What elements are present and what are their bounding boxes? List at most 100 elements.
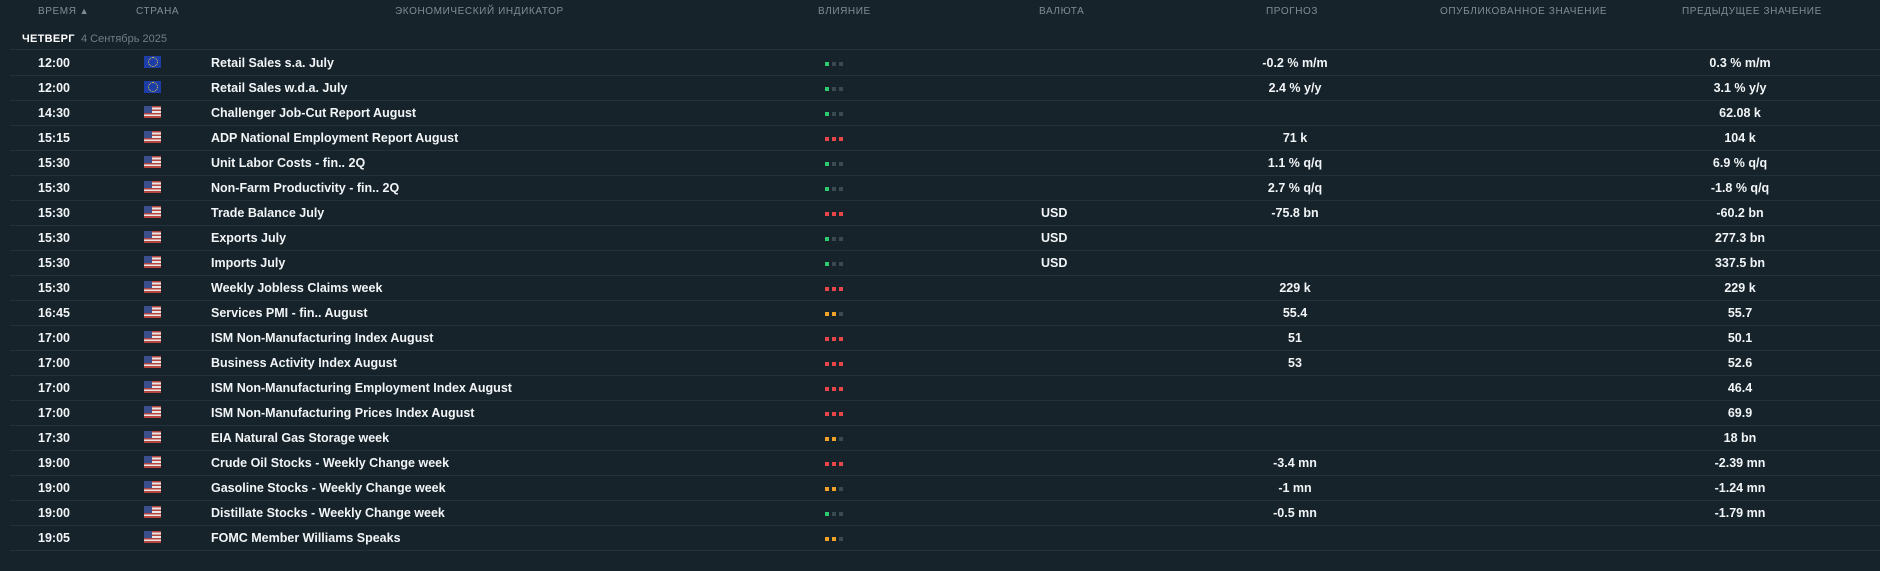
header-country[interactable]: Страна <box>136 6 179 17</box>
impact-indicator <box>825 162 843 166</box>
impact-dot <box>832 162 836 166</box>
table-row[interactable]: 17:00 ISM Non-Manufacturing Index August 5… <box>10 326 1880 351</box>
event-forecast: 2.4 % y/y <box>1268 81 1322 95</box>
us-flag-icon <box>144 406 161 418</box>
event-time: 15:30 <box>38 206 70 220</box>
table-row[interactable]: 17:30 EIA Natural Gas Storage week 18 bn <box>10 426 1880 451</box>
event-previous: -60.2 bn <box>1716 206 1764 220</box>
event-name[interactable]: Retail Sales s.a. July <box>211 56 334 70</box>
event-time: 15:30 <box>38 181 70 195</box>
event-time: 16:45 <box>38 306 70 320</box>
event-previous: 104 k <box>1724 131 1756 145</box>
event-name[interactable]: Imports July <box>211 256 285 270</box>
us-flag-icon <box>144 506 161 518</box>
table-row[interactable]: 15:30 Unit Labor Costs - fin.. 2Q 1.1 % q/… <box>10 151 1880 176</box>
country-flag <box>144 456 161 468</box>
sort-asc-icon[interactable]: ▲ <box>80 6 90 16</box>
event-previous: 337.5 bn <box>1714 256 1766 270</box>
impact-indicator <box>825 362 843 366</box>
header-forecast[interactable]: Прогноз <box>1266 6 1318 17</box>
header-published[interactable]: Опубликованное значение <box>1440 6 1607 17</box>
header-previous[interactable]: Предыдущее значение <box>1682 6 1822 17</box>
event-previous: 3.1 % y/y <box>1713 81 1767 95</box>
impact-dot <box>832 212 836 216</box>
event-time: 19:00 <box>38 456 70 470</box>
event-time: 17:00 <box>38 406 70 420</box>
event-name[interactable]: Services PMI - fin.. August <box>211 306 368 320</box>
event-time: 15:30 <box>38 156 70 170</box>
impact-indicator <box>825 387 843 391</box>
table-row[interactable]: 15:30 Non-Farm Productivity - fin.. 2Q 2.7… <box>10 176 1880 201</box>
impact-dot <box>825 137 829 141</box>
table-row[interactable]: 14:30 Challenger Job-Cut Report August 62.… <box>10 101 1880 126</box>
event-name[interactable]: EIA Natural Gas Storage week <box>211 431 389 445</box>
event-name[interactable]: Business Activity Index August <box>211 356 397 370</box>
table-row[interactable]: 19:00 Gasoline Stocks - Weekly Change wee… <box>10 476 1880 501</box>
event-forecast: 71 k <box>1282 131 1308 145</box>
header-time[interactable]: Время ▲ <box>38 6 89 17</box>
us-flag-icon <box>144 281 161 293</box>
event-name[interactable]: Exports July <box>211 231 286 245</box>
impact-dot <box>825 462 829 466</box>
impact-dot <box>825 287 829 291</box>
impact-dot <box>832 537 836 541</box>
event-name[interactable]: Distillate Stocks - Weekly Change week <box>211 506 445 520</box>
event-time: 17:00 <box>38 356 70 370</box>
impact-dot <box>832 412 836 416</box>
header-currency[interactable]: Валюта <box>1039 6 1084 17</box>
table-row[interactable]: 17:00 ISM Non-Manufacturing Employment In… <box>10 376 1880 401</box>
table-row[interactable]: 15:30 Imports July USD 337.5 bn <box>10 251 1880 276</box>
impact-dot <box>839 237 843 241</box>
event-name[interactable]: Gasoline Stocks - Weekly Change week <box>211 481 446 495</box>
table-row[interactable]: 17:00 Business Activity Index August 53 52.… <box>10 351 1880 376</box>
header-indicator[interactable]: Экономический индикатор <box>395 6 564 17</box>
impact-indicator <box>825 237 843 241</box>
event-time: 19:05 <box>38 531 70 545</box>
impact-dot <box>839 87 843 91</box>
event-currency: USD <box>1041 256 1068 270</box>
event-name[interactable]: Challenger Job-Cut Report August <box>211 106 416 120</box>
table-row[interactable]: 15:30 Exports July USD 277.3 bn <box>10 226 1880 251</box>
event-name[interactable]: Weekly Jobless Claims week <box>211 281 382 295</box>
table-row[interactable]: 15:30 Trade Balance July USD -75.8 bn -60.2 … <box>10 201 1880 226</box>
table-row[interactable]: 19:00 Distillate Stocks - Weekly Change w… <box>10 501 1880 526</box>
table-row[interactable]: 17:00 ISM Non-Manufacturing Prices Index … <box>10 401 1880 426</box>
country-flag <box>144 56 161 68</box>
table-row[interactable]: 12:00 Retail Sales s.a. July -0.2 % m/m 0.3… <box>10 51 1880 76</box>
event-list: 12:00 Retail Sales s.a. July -0.2 % m/m 0.3… <box>10 51 1880 551</box>
country-flag <box>144 181 161 193</box>
event-name[interactable]: Trade Balance July <box>211 206 324 220</box>
us-flag-icon <box>144 156 161 168</box>
us-flag-icon <box>144 231 161 243</box>
impact-indicator <box>825 412 843 416</box>
impact-dot <box>825 237 829 241</box>
table-row[interactable]: 19:05 FOMC Member Williams Speaks <box>10 526 1880 551</box>
impact-dot <box>839 312 843 316</box>
event-name[interactable]: ISM Non-Manufacturing Employment Index A… <box>211 381 512 395</box>
impact-dot <box>825 187 829 191</box>
table-row[interactable]: 16:45 Services PMI - fin.. August 55.4 55.7 <box>10 301 1880 326</box>
table-row[interactable]: 15:30 Weekly Jobless Claims week 229 k 229 … <box>10 276 1880 301</box>
event-previous: 50.1 <box>1727 331 1753 345</box>
event-forecast: -0.5 mn <box>1273 506 1317 520</box>
table-row[interactable]: 19:00 Crude Oil Stocks - Weekly Change we… <box>10 451 1880 476</box>
event-forecast: 229 k <box>1279 281 1311 295</box>
event-forecast: -0.2 % m/m <box>1262 56 1328 70</box>
event-name[interactable]: Crude Oil Stocks - Weekly Change week <box>211 456 449 470</box>
event-name[interactable]: FOMC Member Williams Speaks <box>211 531 401 545</box>
event-name[interactable]: Non-Farm Productivity - fin.. 2Q <box>211 181 399 195</box>
country-flag <box>144 106 161 118</box>
country-flag <box>144 381 161 393</box>
table-row[interactable]: 12:00 Retail Sales w.d.a. July 2.4 % y/y 3.… <box>10 76 1880 101</box>
event-name[interactable]: Unit Labor Costs - fin.. 2Q <box>211 156 365 170</box>
impact-dot <box>825 162 829 166</box>
event-name[interactable]: ADP National Employment Report August <box>211 131 458 145</box>
impact-dot <box>839 187 843 191</box>
table-row[interactable]: 15:15 ADP National Employment Report Augu… <box>10 126 1880 151</box>
event-time: 19:00 <box>38 481 70 495</box>
header-impact[interactable]: Влияние <box>818 6 871 17</box>
event-name[interactable]: ISM Non-Manufacturing Prices Index Augus… <box>211 406 474 420</box>
event-name[interactable]: ISM Non-Manufacturing Index August <box>211 331 433 345</box>
event-name[interactable]: Retail Sales w.d.a. July <box>211 81 347 95</box>
impact-dot <box>832 262 836 266</box>
